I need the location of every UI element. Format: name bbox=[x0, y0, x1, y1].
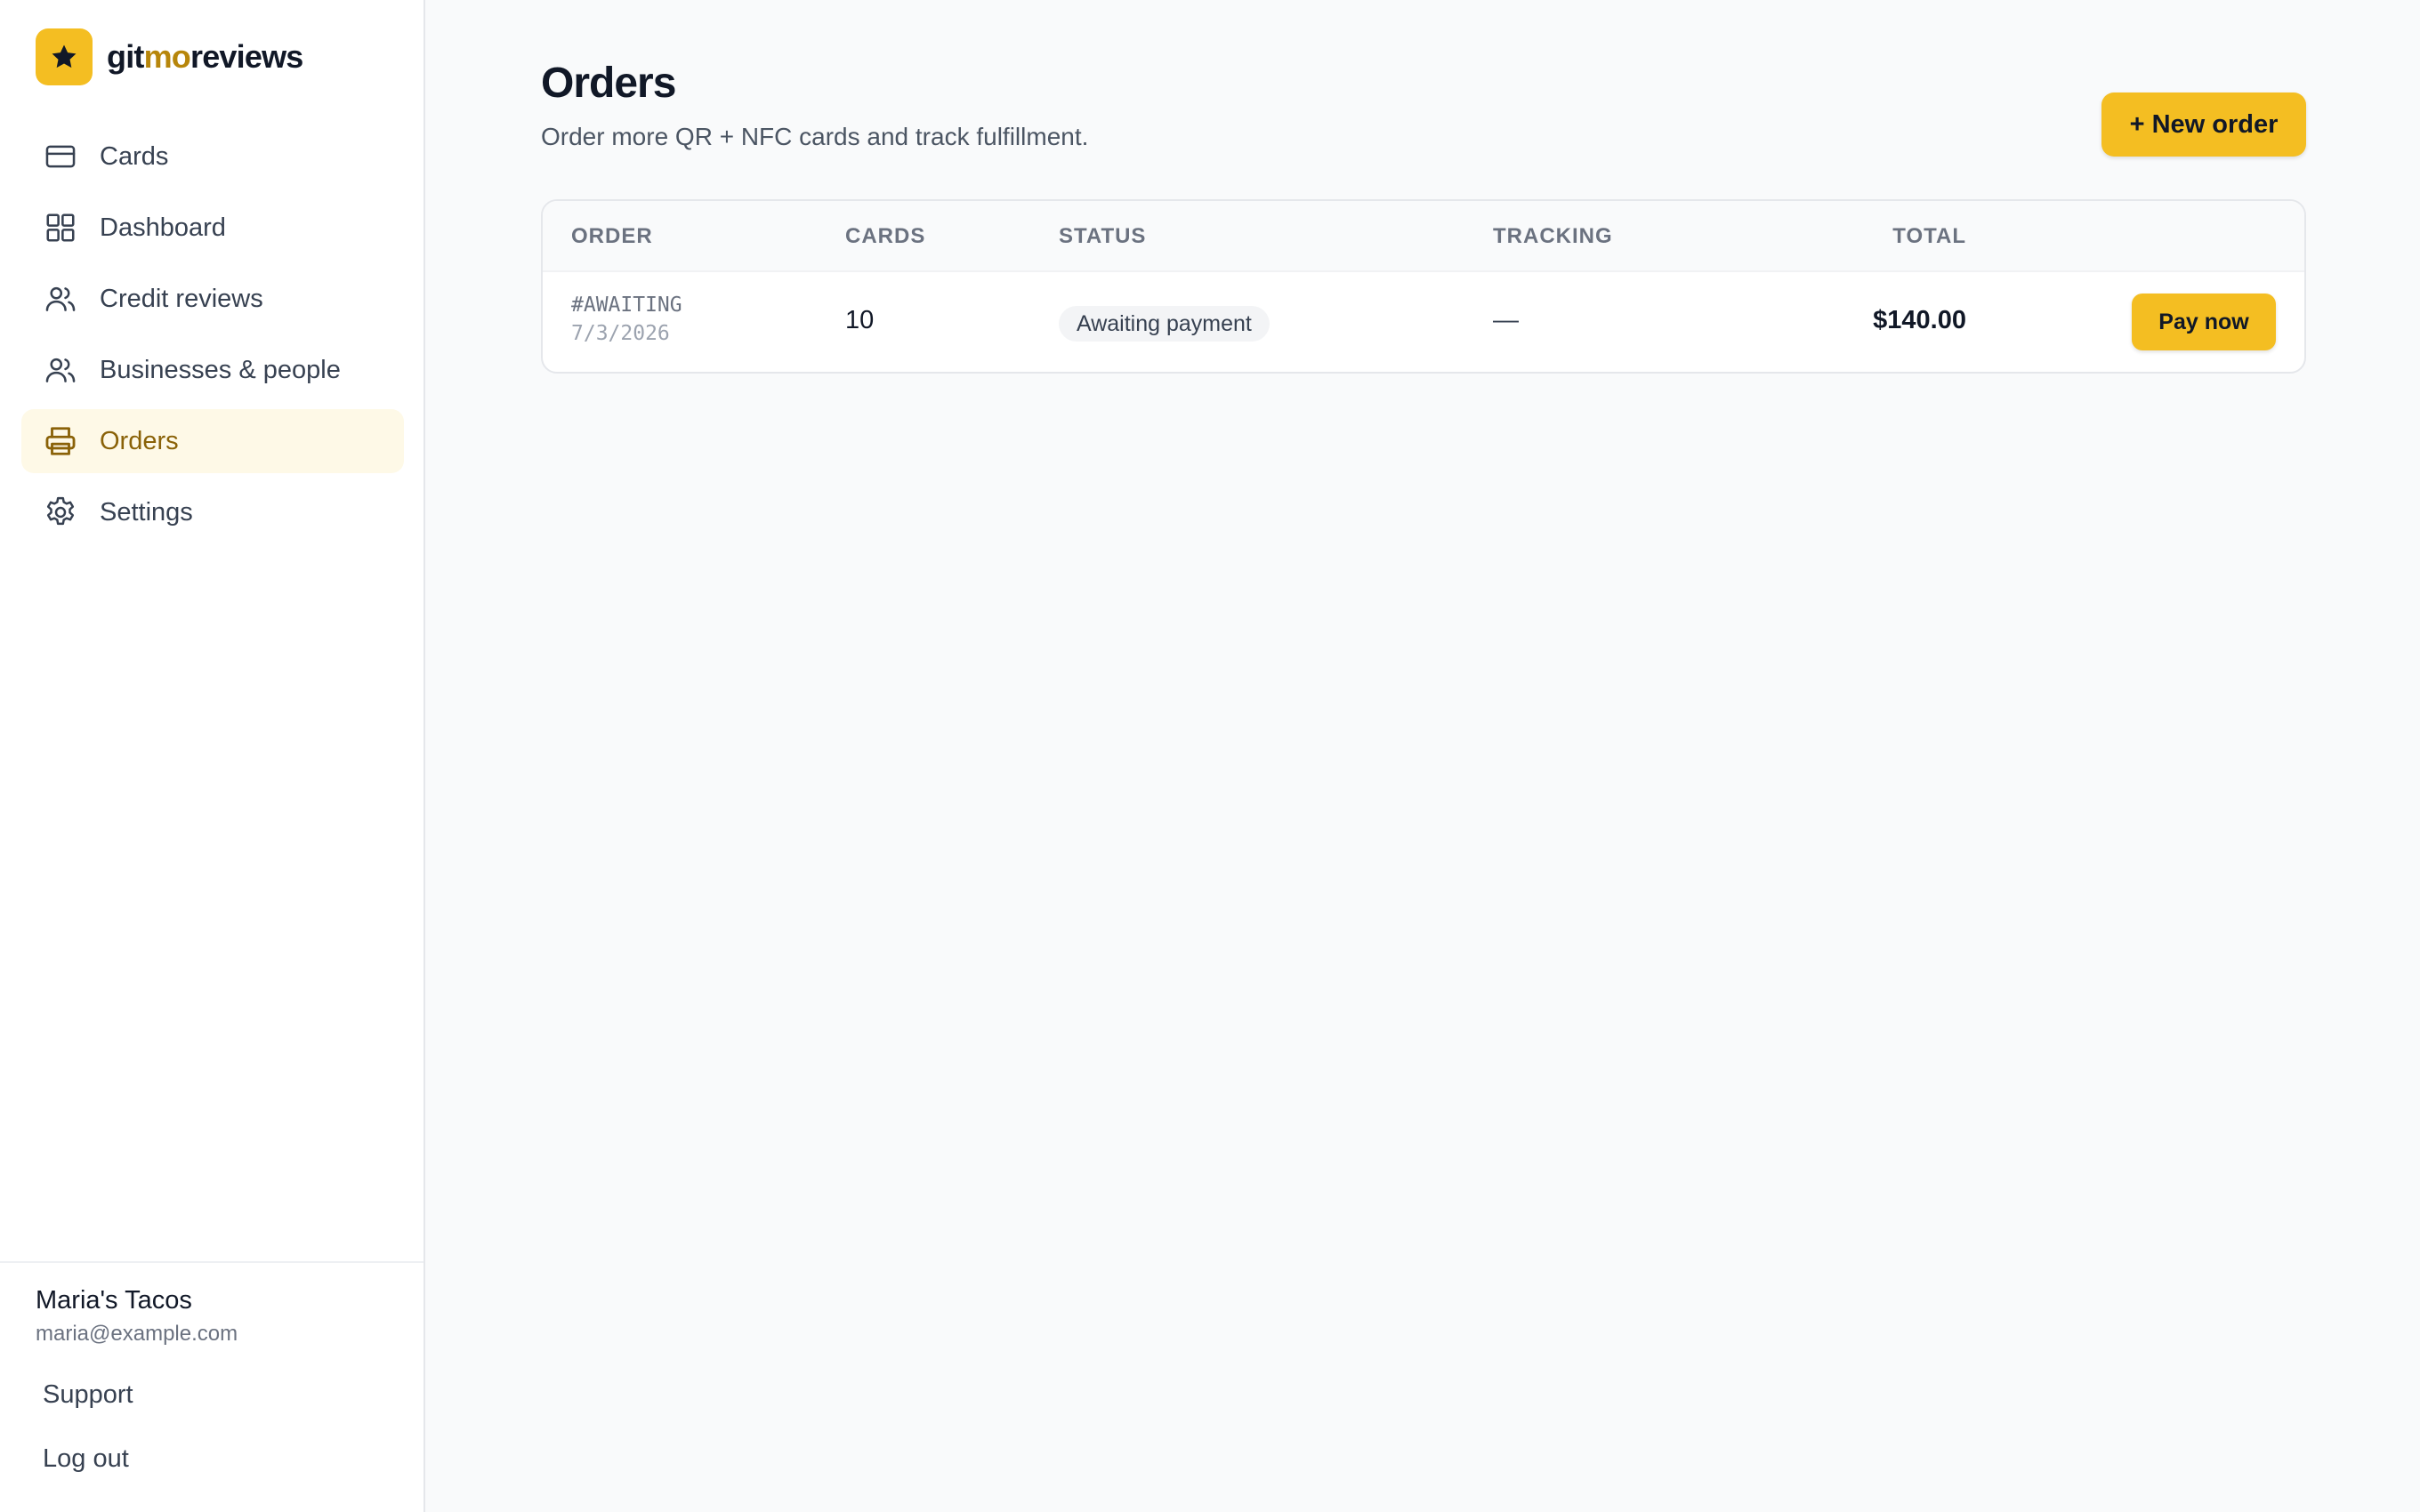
sidebar-item-label: Cards bbox=[100, 141, 169, 171]
account-email: maria@example.com bbox=[36, 1322, 238, 1346]
column-header-order: ORDER bbox=[571, 224, 653, 248]
users-icon bbox=[43, 281, 78, 317]
brand-name-accent: mo bbox=[143, 38, 191, 75]
sidebar-item-dashboard[interactable]: Dashboard bbox=[21, 196, 404, 260]
orders-table: ORDER CARDS STATUS TRACKING TOTAL #AWAIT… bbox=[541, 199, 2306, 374]
table-header: ORDER CARDS STATUS TRACKING TOTAL bbox=[543, 201, 2304, 272]
sidebar-item-label: Settings bbox=[100, 497, 193, 527]
column-header-total: TOTAL bbox=[1892, 224, 1966, 248]
sidebar-item-label: Businesses & people bbox=[100, 355, 341, 384]
order-date: 7/3/2026 bbox=[571, 322, 670, 345]
users-icon bbox=[43, 352, 78, 388]
order-cards-count: 10 bbox=[845, 306, 875, 334]
column-header-status: STATUS bbox=[1059, 224, 1147, 248]
sidebar-item-label: Credit reviews bbox=[100, 284, 263, 313]
brand-name-part2: reviews bbox=[190, 38, 303, 75]
order-id: #AWAITING bbox=[571, 294, 682, 317]
column-header-cards: CARDS bbox=[845, 224, 926, 248]
sidebar-item-cards[interactable]: Cards bbox=[21, 125, 404, 189]
sidebar-item-orders[interactable]: Orders bbox=[21, 409, 404, 473]
column-header-tracking: TRACKING bbox=[1493, 224, 1613, 248]
order-total: $140.00 bbox=[1873, 306, 1966, 334]
account-name: Maria's Tacos bbox=[36, 1286, 192, 1315]
brand-name-part1: git bbox=[107, 38, 144, 75]
sidebar-item-label: Orders bbox=[100, 426, 179, 455]
support-link[interactable]: Support bbox=[43, 1380, 133, 1410]
gear-icon bbox=[43, 495, 78, 530]
sidebar-item-businesses-people[interactable]: Businesses & people bbox=[21, 338, 404, 402]
sidebar-item-settings[interactable]: Settings bbox=[21, 480, 404, 544]
credit-card-icon bbox=[43, 139, 78, 174]
account-panel: Maria's Tacos maria@example.com Support … bbox=[0, 1261, 424, 1512]
order-tracking: — bbox=[1493, 306, 1519, 334]
printer-icon bbox=[43, 423, 78, 459]
logout-link[interactable]: Log out bbox=[43, 1444, 129, 1474]
brand[interactable]: gitmoreviews bbox=[36, 28, 303, 85]
page-subtitle: Order more QR + NFC cards and track fulf… bbox=[541, 123, 1089, 150]
sidebar: gitmoreviews Cards Dashboard Credit revi… bbox=[0, 0, 425, 1512]
grid-icon bbox=[43, 210, 78, 245]
page-title: Orders bbox=[541, 60, 676, 107]
status-badge: Awaiting payment bbox=[1059, 306, 1270, 342]
sidebar-nav: Cards Dashboard Credit reviews Businesse… bbox=[21, 125, 404, 551]
new-order-button[interactable]: + New order bbox=[2101, 92, 2306, 157]
pay-now-button[interactable]: Pay now bbox=[2132, 294, 2276, 350]
star-icon bbox=[36, 28, 93, 85]
brand-name: gitmoreviews bbox=[107, 38, 303, 76]
sidebar-item-label: Dashboard bbox=[100, 213, 226, 242]
sidebar-item-credit-reviews[interactable]: Credit reviews bbox=[21, 267, 404, 331]
